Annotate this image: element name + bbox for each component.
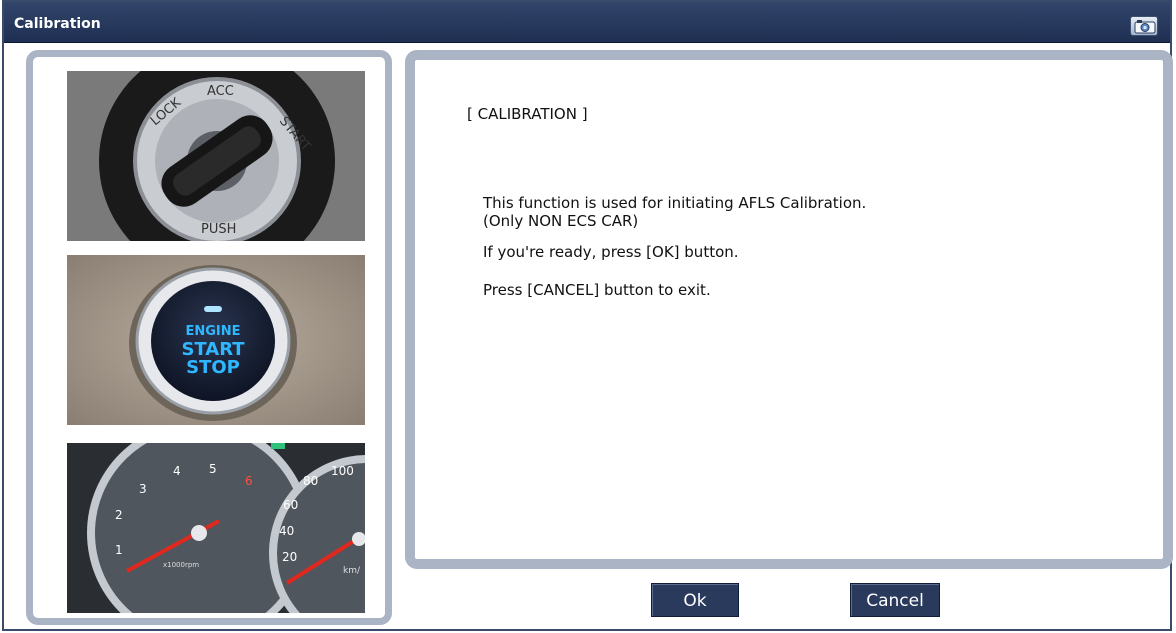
tach-5: 5: [209, 462, 217, 476]
image-panel: LOCK ACC START PUSH ENGINE START STOP 1 …: [26, 50, 392, 625]
camera-icon: [1134, 20, 1156, 34]
tach-6: 6: [245, 474, 253, 488]
tach-2: 2: [115, 508, 123, 522]
stop-label: STOP: [186, 357, 240, 378]
title-bar: Calibration: [4, 2, 1170, 43]
message-line-3: If you're ready, press [OK] button.: [483, 243, 739, 261]
ok-button[interactable]: Ok: [651, 583, 739, 617]
window-title: Calibration: [14, 16, 101, 32]
tach-1: 1: [115, 543, 123, 557]
speed-80: 80: [303, 474, 318, 488]
gauge-cluster-image: 1 2 3 4 5 6 x1000rpm 20 40 60 80 100 km/: [67, 443, 365, 613]
speed-100: 100: [331, 464, 354, 478]
speed-unit: km/: [343, 566, 361, 576]
message-panel: [ CALIBRATION ] This function is used fo…: [405, 50, 1173, 569]
tach-unit: x1000rpm: [163, 561, 199, 569]
tach-4: 4: [173, 464, 181, 478]
message-line-2: (Only NON ECS CAR): [483, 212, 639, 230]
key-label-acc: ACC: [207, 84, 234, 99]
start-stop-button-image: ENGINE START STOP: [67, 255, 365, 425]
speed-20: 20: [282, 550, 297, 564]
key-label-push: PUSH: [201, 222, 236, 237]
camera-button[interactable]: [1130, 16, 1158, 36]
speed-60: 60: [283, 498, 298, 512]
dialog-body: LOCK ACC START PUSH ENGINE START STOP 1 …: [4, 43, 1173, 629]
ignition-key-image: LOCK ACC START PUSH: [67, 71, 365, 241]
message-line-1: This function is used for initiating AFL…: [483, 194, 867, 212]
message-line-4: Press [CANCEL] button to exit.: [483, 281, 711, 299]
speed-40: 40: [279, 524, 294, 538]
engine-label: ENGINE: [185, 324, 240, 339]
calibration-window: Calibration LOCK ACC START PUSH ENGINE S…: [2, 0, 1173, 631]
cancel-button[interactable]: Cancel: [850, 583, 940, 617]
tach-3: 3: [139, 482, 147, 496]
message-heading: [ CALIBRATION ]: [467, 105, 588, 123]
